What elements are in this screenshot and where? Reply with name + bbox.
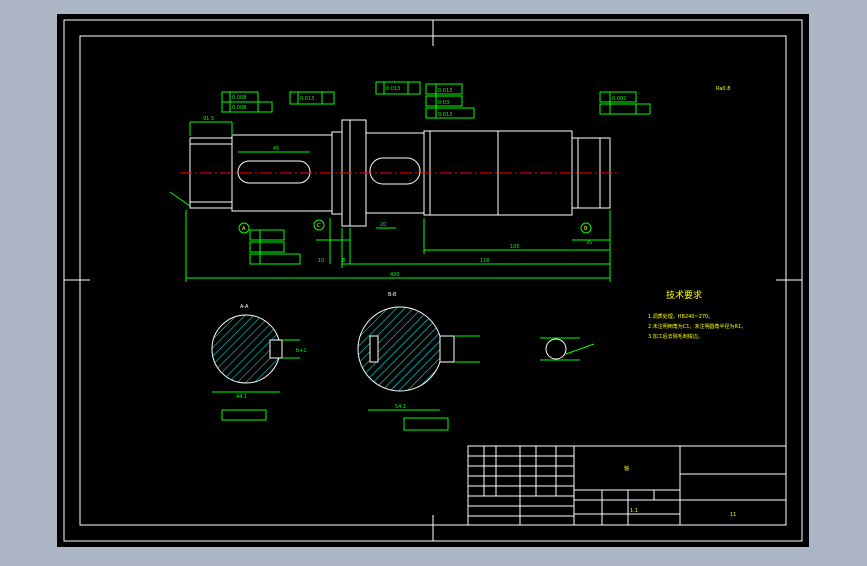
tol-1: 0.008: [232, 95, 246, 101]
dim-100: 100: [510, 244, 520, 250]
section-a-key-dim: b+1: [296, 348, 307, 354]
section-b-dim: 54.1: [395, 404, 406, 410]
section-a-dim: 44.1: [236, 394, 247, 400]
drawing-canvas: 91.5 45 400 116 100 35 8 20 10 0.008 0.0…: [57, 14, 809, 547]
cad-viewport[interactable]: 91.5 45 400 116 100 35 8 20 10 0.008 0.0…: [0, 0, 867, 562]
tol-3: 0.013: [300, 96, 314, 102]
tol-2: 0.008: [232, 105, 246, 111]
datum-c: C: [317, 223, 321, 229]
roughness-note: Ra0.8: [716, 86, 730, 92]
tech-title: 技术要求: [666, 289, 702, 301]
dim-total: 400: [390, 272, 400, 278]
dim-45: 45: [273, 146, 279, 152]
tol-5: 0.013: [438, 88, 452, 94]
dim-116: 116: [480, 258, 490, 264]
dim-35: 35: [586, 240, 592, 246]
section-aa-label: A-A: [240, 304, 249, 310]
datum-b: B: [584, 226, 588, 232]
tol-8: 0.002: [612, 96, 626, 102]
dim-20: 20: [380, 222, 386, 228]
tol-6: 0.03: [438, 100, 449, 106]
tech-line-2: 2.未注明倒角为C1，未注明圆角半径为R1。: [648, 323, 746, 330]
tech-line-3: 3.加工后去除毛刺锐边。: [648, 333, 703, 340]
dim-91-5: 91.5: [203, 116, 214, 122]
scale-value: 1:1: [630, 508, 638, 514]
tech-line-1: 1.调质处理，HB240~270。: [648, 313, 713, 320]
section-bb-label: B-B: [388, 292, 397, 298]
part-name: 轴: [624, 465, 629, 472]
sheet-value: 11: [730, 512, 736, 518]
dim-10: 10: [318, 258, 324, 264]
dim-8: 8: [342, 258, 345, 264]
datum-a: A: [242, 226, 246, 232]
tol-4: 0.013: [386, 86, 400, 92]
tol-7: 0.013: [438, 112, 452, 118]
